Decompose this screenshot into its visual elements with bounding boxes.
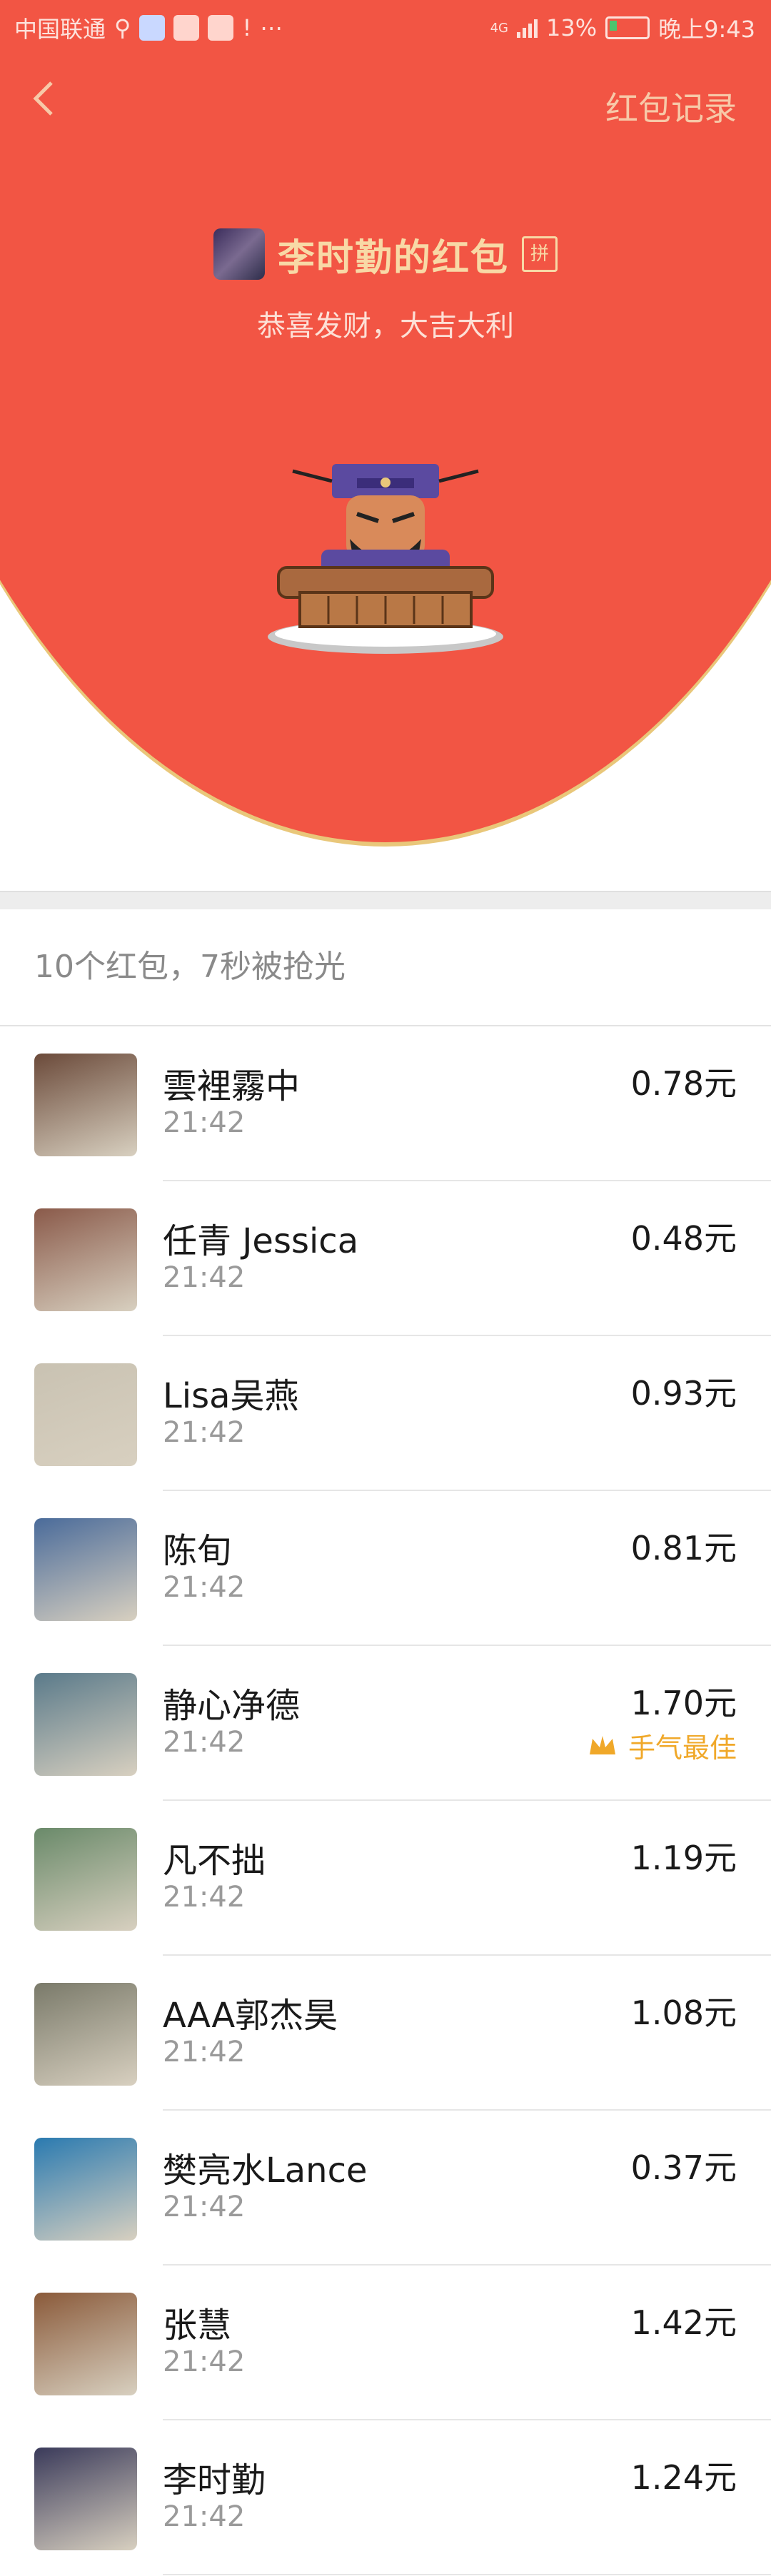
app-notification-icon: [139, 15, 166, 41]
receiver-avatar[interactable]: [34, 1363, 137, 1466]
section-divider: [0, 891, 771, 909]
receive-amount: 1.08元: [630, 1994, 737, 2032]
receive-time: 21:42: [163, 2345, 246, 2378]
receive-amount: 0.81元: [630, 1529, 737, 1567]
receiver-name: 凡不拙: [163, 1841, 266, 1881]
receive-amount: 0.37元: [630, 2148, 737, 2187]
receiver-row[interactable]: 静心净德 21:42 1.70元手气最佳: [0, 1646, 771, 1801]
receiver-name: 陈旬: [163, 1531, 232, 1571]
carrier-label: 中国联通: [14, 16, 106, 43]
receive-amount: 0.78元: [630, 1064, 737, 1103]
battery-percent: 13%: [546, 14, 598, 41]
best-luck-badge: 手气最佳: [587, 1726, 737, 1765]
status-right: 4G 13% 晚上9:43: [490, 11, 755, 44]
app-notification-icon-2: [208, 15, 234, 41]
receive-time: 21:42: [163, 2500, 246, 2533]
network-label: 4G: [490, 20, 508, 36]
receiver-name: AAA郭杰昊: [163, 1996, 338, 2036]
page-title: 李时勤的红包: [277, 236, 509, 280]
receiver-row[interactable]: 李时勤 21:42 1.24元: [0, 2420, 771, 2575]
receive-time: 21:42: [163, 1261, 246, 1294]
receive-amount: 1.19元: [630, 1839, 737, 1877]
receive-time: 21:42: [163, 1416, 246, 1449]
receiver-name: 雲裡霧中: [163, 1066, 301, 1106]
receive-amount: 0.93元: [630, 1374, 737, 1413]
receiver-avatar[interactable]: [34, 1208, 137, 1311]
receiver-avatar[interactable]: [34, 2448, 137, 2550]
receiver-name: 樊亮水Lance: [163, 2151, 368, 2191]
receiver-avatar[interactable]: [34, 1983, 137, 2086]
alert-icon: !: [242, 14, 252, 41]
receiver-row[interactable]: 凡不拙 21:42 1.19元: [0, 1801, 771, 1956]
pin-badge: 拼: [522, 236, 558, 272]
receive-time: 21:42: [163, 1106, 246, 1139]
receiver-name: 任青 Jessica: [163, 1221, 359, 1261]
receiver-row[interactable]: 张慧 21:42 1.42元: [0, 2266, 771, 2420]
receiver-avatar[interactable]: [34, 1673, 137, 1776]
receiver-name: Lisa吴燕: [163, 1376, 299, 1416]
receiver-avatar[interactable]: [34, 1054, 137, 1156]
signal-icon: [517, 18, 538, 38]
battery-icon: [605, 16, 650, 39]
status-bar: 中国联通 ⚲ ! ⋯ 4G 13% 晚上9:43: [0, 0, 771, 54]
red-packet-header: 中国联通 ⚲ ! ⋯ 4G 13% 晚上9:43 红包记录 李时勤的红包 拼 恭…: [0, 0, 771, 857]
receiver-name: 张慧: [163, 2305, 232, 2345]
receiver-row[interactable]: 樊亮水Lance 21:42 0.37元: [0, 2111, 771, 2266]
browser-notification-icon: [173, 15, 200, 41]
receive-time: 21:42: [163, 1571, 246, 1604]
receiver-row[interactable]: 陈旬 21:42 0.81元: [0, 1491, 771, 1646]
status-left: 中国联通 ⚲ ! ⋯: [14, 11, 283, 44]
clock: 晚上9:43: [658, 16, 755, 43]
receiver-row[interactable]: Lisa吴燕 21:42 0.93元: [0, 1336, 771, 1491]
packet-summary: 10个红包，7秒被抢光: [34, 949, 346, 985]
back-chevron-svg: [33, 81, 53, 116]
receive-time: 21:42: [163, 2191, 246, 2223]
receiver-row[interactable]: 雲裡霧中 21:42 0.78元: [0, 1026, 771, 1181]
more-notifications-icon: ⋯: [260, 14, 283, 41]
receive-amount: 1.24元: [630, 2458, 737, 2497]
judge-mascot-icon: [268, 464, 503, 654]
sender-avatar[interactable]: [213, 228, 265, 280]
best-luck-label: 手气最佳: [628, 1732, 737, 1764]
receiver-row[interactable]: 任青 Jessica 21:42 0.48元: [0, 1181, 771, 1336]
receiver-name: 李时勤: [163, 2460, 266, 2500]
title-row: 李时勤的红包 拼: [0, 226, 771, 283]
receiver-list: 雲裡霧中 21:42 0.78元 任青 Jessica 21:42 0.48元 Lisa吴燕…: [0, 1026, 771, 2575]
receive-amount: 0.48元: [630, 1219, 737, 1258]
receive-amount: 1.70元: [630, 1684, 737, 1722]
receiver-avatar[interactable]: [34, 2293, 137, 2395]
row-separator: [163, 2574, 771, 2575]
receive-amount: 1.42元: [630, 2303, 737, 2342]
receiver-name: 静心净德: [163, 1686, 301, 1726]
red-packet-records-link[interactable]: 红包记录: [605, 83, 737, 130]
receiver-avatar[interactable]: [34, 1828, 137, 1931]
greeting-subtitle: 恭喜发财，大吉大利: [257, 310, 514, 343]
back-chevron-icon[interactable]: [21, 77, 64, 128]
receiver-avatar[interactable]: [34, 2138, 137, 2241]
receive-time: 21:42: [163, 1881, 246, 1914]
receiver-row[interactable]: AAA郭杰昊 21:42 1.08元: [0, 1956, 771, 2111]
receive-time: 21:42: [163, 2036, 246, 2069]
usb-icon: ⚲: [114, 14, 131, 41]
receive-time: 21:42: [163, 1726, 246, 1759]
crown-icon: [589, 1735, 615, 1754]
receiver-avatar[interactable]: [34, 1518, 137, 1621]
